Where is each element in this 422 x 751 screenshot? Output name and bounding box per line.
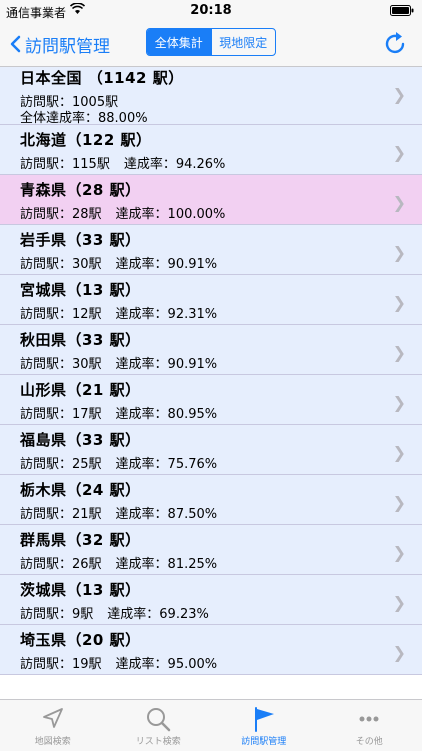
location-arrow-icon	[39, 705, 67, 733]
visited-count: 訪問駅：30駅	[20, 257, 102, 272]
row-title: 青森県（28 駅）	[20, 179, 141, 200]
tab-map-search[interactable]: 地図検索	[0, 700, 106, 751]
chevron-right-icon: ❯	[393, 293, 406, 312]
chevron-right-icon: ❯	[393, 493, 406, 512]
list-item[interactable]: 宮城県（13 駅） 訪問駅：12駅達成率：92.31% ❯	[0, 275, 422, 325]
list-item[interactable]: 秋田県（33 駅） 訪問駅：30駅達成率：90.91% ❯	[0, 325, 422, 375]
tab-label: その他	[317, 734, 422, 747]
row-subtitle: 訪問駅：115駅達成率：94.26%	[20, 153, 225, 172]
tab-list-search[interactable]: リスト検索	[106, 700, 212, 751]
tab-bar: 地図検索 リスト検索 訪問駅管理 その他	[0, 699, 422, 751]
tab-other[interactable]: その他	[317, 700, 422, 751]
achievement-rate: 達成率：94.26%	[124, 157, 226, 172]
achievement-rate: 全体達成率：88.00%	[20, 107, 148, 126]
segment-overall[interactable]: 全体集計	[147, 29, 211, 55]
row-subtitle: 訪問駅：12駅達成率：92.31%	[20, 303, 217, 322]
row-subtitle: 訪問駅：30駅達成率：90.91%	[20, 353, 217, 372]
chevron-right-icon: ❯	[393, 343, 406, 362]
visited-count: 訪問駅：115駅	[20, 157, 110, 172]
achievement-rate: 達成率：92.31%	[116, 307, 218, 322]
achievement-rate: 達成率：87.50%	[116, 507, 218, 522]
row-subtitle: 訪問駅：28駅達成率：100.00%	[20, 203, 225, 222]
row-subtitle: 訪問駅：26駅達成率：81.25%	[20, 553, 217, 572]
row-title: 群馬県（32 駅）	[20, 529, 141, 550]
prefecture-list: 日本全国 （1142 駅） 訪問駅：1005駅 全体達成率：88.00% ❯ 北…	[0, 67, 422, 699]
visited-count: 訪問駅：30駅	[20, 357, 102, 372]
chevron-right-icon: ❯	[393, 443, 406, 462]
tab-label: 訪問駅管理	[211, 734, 317, 747]
chevron-right-icon: ❯	[393, 543, 406, 562]
segment-local[interactable]: 現地限定	[211, 29, 276, 55]
chevron-left-icon	[10, 35, 21, 53]
chevron-right-icon: ❯	[393, 243, 406, 262]
visited-count: 訪問駅：26駅	[20, 557, 102, 572]
achievement-rate: 達成率：80.95%	[116, 407, 218, 422]
row-title: 埼玉県（20 駅）	[20, 629, 141, 650]
list-item[interactable]: 日本全国 （1142 駅） 訪問駅：1005駅 全体達成率：88.00% ❯	[0, 67, 422, 125]
row-subtitle: 訪問駅：9駅達成率：69.23%	[20, 603, 209, 622]
navigation-bar: 訪問駅管理 全体集計 現地限定	[0, 22, 422, 67]
chevron-right-icon: ❯	[393, 643, 406, 662]
visited-count: 訪問駅：25駅	[20, 457, 102, 472]
chevron-right-icon: ❯	[393, 85, 406, 104]
row-subtitle: 訪問駅：30駅達成率：90.91%	[20, 253, 217, 272]
visited-count: 訪問駅：19駅	[20, 657, 102, 672]
row-title: 北海道（122 駅）	[20, 129, 152, 150]
list-item[interactable]: 福島県（33 駅） 訪問駅：25駅達成率：75.76% ❯	[0, 425, 422, 475]
visited-count: 訪問駅：12駅	[20, 307, 102, 322]
visited-count: 訪問駅：17駅	[20, 407, 102, 422]
row-subtitle: 訪問駅：25駅達成率：75.76%	[20, 453, 217, 472]
status-time: 20:18	[0, 3, 422, 18]
visited-count: 訪問駅：9駅	[20, 607, 93, 622]
row-title: 福島県（33 駅）	[20, 429, 141, 450]
status-bar: 通信事業者 20:18	[0, 0, 422, 22]
row-title: 秋田県（33 駅）	[20, 329, 141, 350]
flag-icon	[250, 705, 278, 733]
list-item[interactable]: 山形県（21 駅） 訪問駅：17駅達成率：80.95% ❯	[0, 375, 422, 425]
segmented-control: 全体集計 現地限定	[146, 28, 276, 56]
chevron-right-icon: ❯	[393, 193, 406, 212]
list-item[interactable]: 茨城県（13 駅） 訪問駅：9駅達成率：69.23% ❯	[0, 575, 422, 625]
chevron-right-icon: ❯	[393, 593, 406, 612]
row-title: 日本全国 （1142 駅）	[20, 67, 184, 88]
visited-count: 訪問駅：21駅	[20, 507, 102, 522]
visited-count: 訪問駅：28駅	[20, 207, 102, 222]
back-label: 訪問駅管理	[25, 32, 110, 57]
row-title: 宮城県（13 駅）	[20, 279, 141, 300]
tab-label: リスト検索	[106, 734, 212, 747]
list-item[interactable]: 岩手県（33 駅） 訪問駅：30駅達成率：90.91% ❯	[0, 225, 422, 275]
tab-label: 地図検索	[0, 734, 106, 747]
tab-visited-stations[interactable]: 訪問駅管理	[211, 700, 317, 751]
battery-icon	[390, 5, 414, 16]
list-item[interactable]: 栃木県（24 駅） 訪問駅：21駅達成率：87.50% ❯	[0, 475, 422, 525]
row-title: 栃木県（24 駅）	[20, 479, 141, 500]
row-subtitle: 訪問駅：19駅達成率：95.00%	[20, 653, 217, 672]
list-item[interactable]: 群馬県（32 駅） 訪問駅：26駅達成率：81.25% ❯	[0, 525, 422, 575]
list-item[interactable]: 埼玉県（20 駅） 訪問駅：19駅達成率：95.00% ❯	[0, 625, 422, 675]
row-subtitle: 訪問駅：17駅達成率：80.95%	[20, 403, 217, 422]
search-icon	[144, 705, 172, 733]
achievement-rate: 達成率：90.91%	[116, 357, 218, 372]
list-item[interactable]: 青森県（28 駅） 訪問駅：28駅達成率：100.00% ❯	[0, 175, 422, 225]
row-subtitle: 訪問駅：21駅達成率：87.50%	[20, 503, 217, 522]
achievement-rate: 達成率：90.91%	[116, 257, 218, 272]
chevron-right-icon: ❯	[393, 143, 406, 162]
back-button[interactable]: 訪問駅管理	[10, 30, 110, 58]
achievement-rate: 達成率：100.00%	[116, 207, 226, 222]
row-title: 岩手県（33 駅）	[20, 229, 141, 250]
achievement-rate: 達成率：81.25%	[116, 557, 218, 572]
chevron-right-icon: ❯	[393, 393, 406, 412]
row-title: 山形県（21 駅）	[20, 379, 141, 400]
achievement-rate: 達成率：69.23%	[107, 607, 209, 622]
row-title: 茨城県（13 駅）	[20, 579, 141, 600]
achievement-rate: 達成率：95.00%	[116, 657, 218, 672]
more-icon	[355, 705, 383, 733]
achievement-rate: 達成率：75.76%	[116, 457, 218, 472]
list-item[interactable]: 北海道（122 駅） 訪問駅：115駅達成率：94.26% ❯	[0, 125, 422, 175]
refresh-icon[interactable]	[382, 30, 410, 58]
